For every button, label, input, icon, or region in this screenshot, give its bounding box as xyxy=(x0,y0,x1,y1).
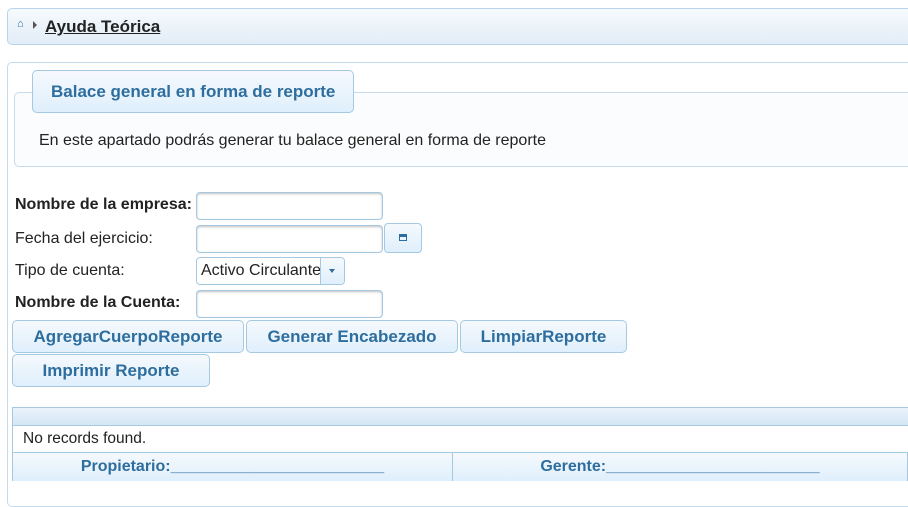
report-table: No records found. Propietario:__________… xyxy=(12,407,908,481)
footer-gerente: Gerente:________________________ xyxy=(453,453,908,481)
table-header xyxy=(13,408,908,426)
imprimir-reporte-button[interactable]: Imprimir Reporte xyxy=(12,354,210,387)
fecha-label: Fecha del ejercicio: xyxy=(15,230,153,247)
cuenta-label: Nombre de la Cuenta: xyxy=(15,294,181,311)
home-icon[interactable]: ⌂ xyxy=(17,18,24,30)
dropdown-trigger[interactable] xyxy=(320,258,344,284)
fecha-input[interactable] xyxy=(196,225,383,253)
table-footer: Propietario:________________________ Ger… xyxy=(13,452,908,481)
fieldset-description: En este apartado podrás generar tu balac… xyxy=(39,132,546,149)
empresa-label: Nombre de la empresa: xyxy=(15,196,192,213)
tipo-label: Tipo de cuenta: xyxy=(15,262,125,279)
empty-message: No records found. xyxy=(23,430,147,447)
fieldset-legend: Balace general en forma de reporte xyxy=(32,70,355,113)
chevron-down-icon xyxy=(329,269,335,273)
tipo-cuenta-select[interactable]: Activo Circulante xyxy=(196,257,345,285)
tipo-cuenta-value: Activo Circulante xyxy=(201,262,322,279)
footer-propietario: Propietario:________________________ xyxy=(13,453,453,481)
breadcrumb: ⌂ Ayuda Teórica xyxy=(7,8,908,45)
generar-encabezado-button[interactable]: Generar Encabezado xyxy=(246,320,458,353)
calendar-button[interactable] xyxy=(384,223,422,253)
chevron-right-icon xyxy=(33,21,37,29)
limpiar-reporte-button[interactable]: LimpiarReporte xyxy=(460,320,627,353)
empresa-input[interactable] xyxy=(196,192,383,220)
cuenta-input[interactable] xyxy=(196,290,383,318)
calendar-icon xyxy=(399,234,407,241)
agregar-cuerpo-button[interactable]: AgregarCuerpoReporte xyxy=(12,320,244,353)
page-title-link[interactable]: Ayuda Teórica xyxy=(45,17,160,37)
